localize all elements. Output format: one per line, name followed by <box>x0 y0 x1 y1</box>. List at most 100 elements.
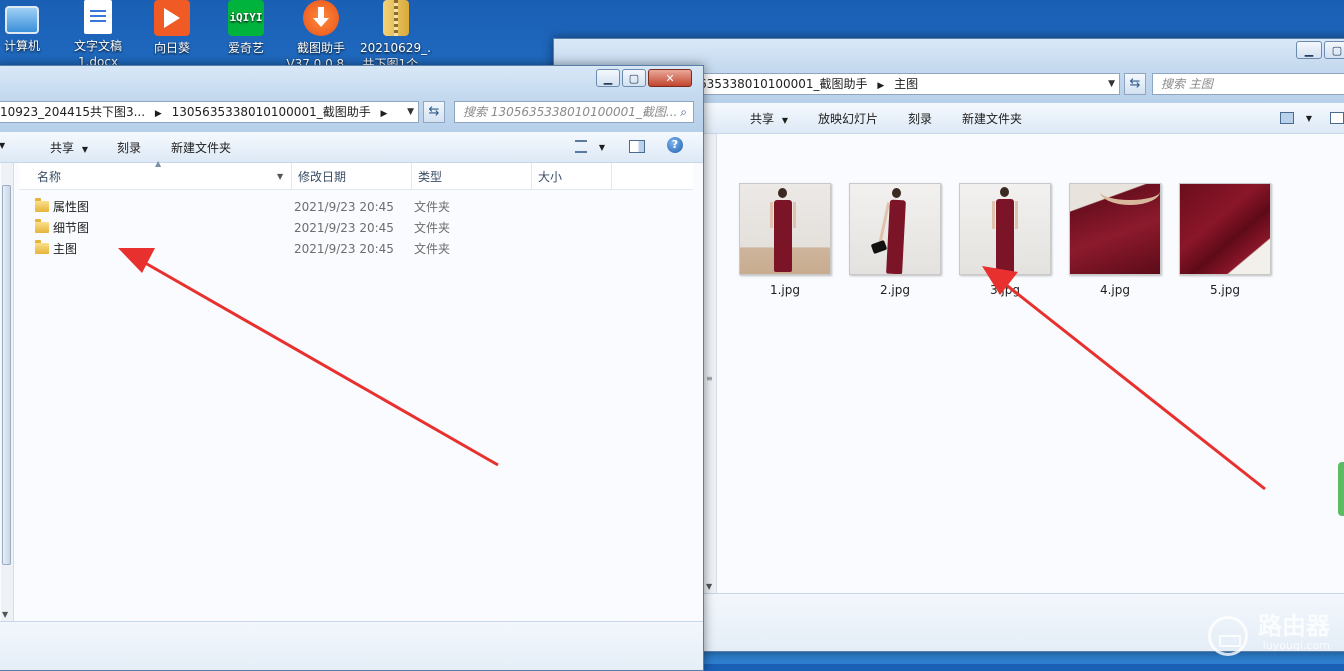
toolbar-share-label: 共享 <box>750 112 775 126</box>
image-thumbnail <box>1069 183 1161 275</box>
column-header-date[interactable]: 修改日期 <box>298 164 346 190</box>
chevron-down-icon: ▼ <box>81 145 88 154</box>
side-widget-tab[interactable] <box>1338 462 1344 516</box>
scroll-down-arrow-icon[interactable]: ▼ <box>2 610 8 619</box>
view-options-button[interactable]: ▼ <box>1280 110 1312 124</box>
preview-pane-button[interactable] <box>629 139 645 153</box>
desktop-icon-label: 文字文稿 <box>73 39 122 53</box>
scrollbar-thumb[interactable] <box>2 185 11 565</box>
breadcrumb-separator-icon: ▶ <box>877 81 885 91</box>
desktop-icon-computer[interactable]: 计算机 <box>0 0 58 54</box>
computer-icon <box>5 6 39 34</box>
file-row[interactable]: 细节图 2021/9/23 20:45 文件夹 <box>29 218 669 238</box>
thumbnail-item[interactable]: 4.jpg <box>1069 183 1161 297</box>
address-bar[interactable]: 10923_204415共下图3... ▶ 130563533801010000… <box>0 101 419 123</box>
column-header-name[interactable]: 名称 <box>37 164 61 190</box>
desktop-icon-zip[interactable]: 20210629_... 共下图1个... <box>360 0 432 72</box>
column-divider[interactable] <box>291 163 292 189</box>
column-filter-dropdown-icon[interactable]: ▼ <box>277 172 283 181</box>
preview-pane-button[interactable] <box>1330 110 1344 124</box>
site-watermark: 路由器 luyouqi.com <box>1208 612 1330 656</box>
desktop-icon-label: 20210629_... <box>360 41 432 55</box>
hanger-shape <box>1100 184 1160 205</box>
image-thumbnail <box>849 183 941 275</box>
sunflower-app-icon <box>154 0 190 36</box>
desktop-icon-label: 爱奇艺 <box>227 41 264 55</box>
column-divider[interactable] <box>411 163 412 189</box>
refresh-button[interactable]: ⇆ <box>423 101 445 123</box>
file-name: 属性图 <box>53 200 90 214</box>
file-row[interactable]: 主图 2021/9/23 20:45 文件夹 <box>29 239 669 259</box>
toolbar-new-folder-button[interactable]: 新建文件夹 <box>171 139 231 156</box>
desktop-icon-iqiyi[interactable]: iQIYI 爱奇艺 <box>210 0 282 56</box>
desktop-icon-sunflower[interactable]: 向日葵 <box>136 0 208 56</box>
file-type: 文件夹 <box>414 200 451 214</box>
column-header-size[interactable]: 大小 <box>538 164 562 190</box>
search-placeholder: 搜索 1305635338010100001_截图... <box>463 105 678 119</box>
maximize-button[interactable]: ▢ <box>622 69 646 87</box>
folder-icon <box>35 240 49 254</box>
search-placeholder: 搜索 主图 <box>1161 77 1213 91</box>
address-dropdown-icon[interactable]: ▼ <box>407 102 414 122</box>
thumbnail-item[interactable]: 1.jpg <box>739 183 831 297</box>
scroll-down-arrow-icon[interactable]: ▼ <box>706 582 712 591</box>
thumbnail-item[interactable]: 5.jpg <box>1179 183 1271 297</box>
help-button[interactable]: ? <box>667 137 683 153</box>
breadcrumb-segment[interactable]: 635338010100001_截图助手 <box>699 77 868 91</box>
navigation-pane-divider[interactable]: ≡ ▼ <box>704 134 717 593</box>
watermark-title: 路由器 <box>1258 612 1330 640</box>
chevron-down-icon: ▼ <box>1305 114 1312 123</box>
close-button[interactable]: ✕ <box>648 69 692 87</box>
organize-chevron-icon[interactable]: ▼ <box>0 141 5 150</box>
column-divider[interactable] <box>531 163 532 189</box>
breadcrumb-segment-current[interactable]: 1305635338010100001_截图助手 <box>172 105 371 119</box>
explorer-window-folder-list: ▁ ▢ ✕ 10923_204415共下图3... ▶ 130563533801… <box>0 65 704 671</box>
column-header-type[interactable]: 类型 <box>418 164 442 190</box>
chevron-down-icon: ▼ <box>781 116 788 125</box>
minimize-button[interactable]: ▁ <box>1296 41 1322 59</box>
help-icon: ? <box>667 137 683 153</box>
toolbar-share-button[interactable]: 共享 ▼ <box>750 110 788 127</box>
address-bar[interactable]: 635338010100001_截图助手 ▶ 主图 ▼ <box>694 73 1120 95</box>
maximize-button[interactable]: ▢ <box>1324 41 1344 59</box>
toolbar-share-button[interactable]: 共享 ▼ <box>50 139 88 156</box>
breadcrumb-segment-current[interactable]: 主图 <box>894 77 918 91</box>
folder-icon <box>35 198 49 212</box>
preview-pane-icon <box>1330 111 1344 124</box>
breadcrumb-segment[interactable]: 10923_204415共下图3... <box>0 105 145 119</box>
minimize-button[interactable]: ▁ <box>596 69 620 87</box>
file-name: 主图 <box>53 242 78 256</box>
command-bar: ▼ 共享 ▼ 刻录 新建文件夹 ▼ ? <box>0 132 703 163</box>
refresh-button[interactable]: ⇆ <box>1124 73 1146 95</box>
details-view-icon <box>575 140 587 153</box>
navigation-pane-scrollbar[interactable]: ▼ <box>1 163 14 621</box>
close-icon: ✕ <box>665 72 675 85</box>
thumbnail-filename: 5.jpg <box>1209 283 1241 297</box>
refresh-icon: ⇆ <box>1129 76 1141 91</box>
thumbnail-item[interactable]: 2.jpg <box>849 183 941 297</box>
file-row[interactable]: 属性图 2021/9/23 20:45 文件夹 <box>29 197 669 217</box>
desktop-icon-label: 截图助手 <box>296 41 345 55</box>
folder-icon <box>35 219 49 233</box>
file-type: 文件夹 <box>414 242 451 256</box>
address-dropdown-icon[interactable]: ▼ <box>1108 74 1115 94</box>
search-input[interactable]: 搜索 1305635338010100001_截图... ⌕ <box>454 101 694 123</box>
thumbnail-filename: 3.jpg <box>989 283 1021 297</box>
thumbnail-item[interactable]: 3.jpg <box>959 183 1051 297</box>
search-input[interactable]: 搜索 主图 <box>1152 73 1344 95</box>
view-options-button[interactable]: ▼ <box>575 139 605 153</box>
toolbar-burn-button[interactable]: 刻录 <box>908 110 932 127</box>
iqiyi-app-icon: iQIYI <box>228 0 264 36</box>
toolbar-new-folder-button[interactable]: 新建文件夹 <box>962 110 1022 127</box>
image-thumbnail <box>959 183 1051 275</box>
zip-folder-icon <box>383 0 409 36</box>
toolbar-burn-button[interactable]: 刻录 <box>117 139 141 156</box>
desktop-icon-docx[interactable]: 文字文稿 1.docx <box>62 0 134 70</box>
search-icon: ⌕ <box>680 105 687 119</box>
column-divider[interactable] <box>611 163 612 189</box>
desktop-icon-download-helper[interactable]: 截图助手 V37.0.0.8... <box>285 0 357 72</box>
minimize-icon: ▁ <box>1304 44 1314 57</box>
file-type: 文件夹 <box>414 221 451 235</box>
chevron-down-icon: ▼ <box>598 143 605 152</box>
toolbar-slideshow-button[interactable]: 放映幻灯片 <box>818 110 878 127</box>
